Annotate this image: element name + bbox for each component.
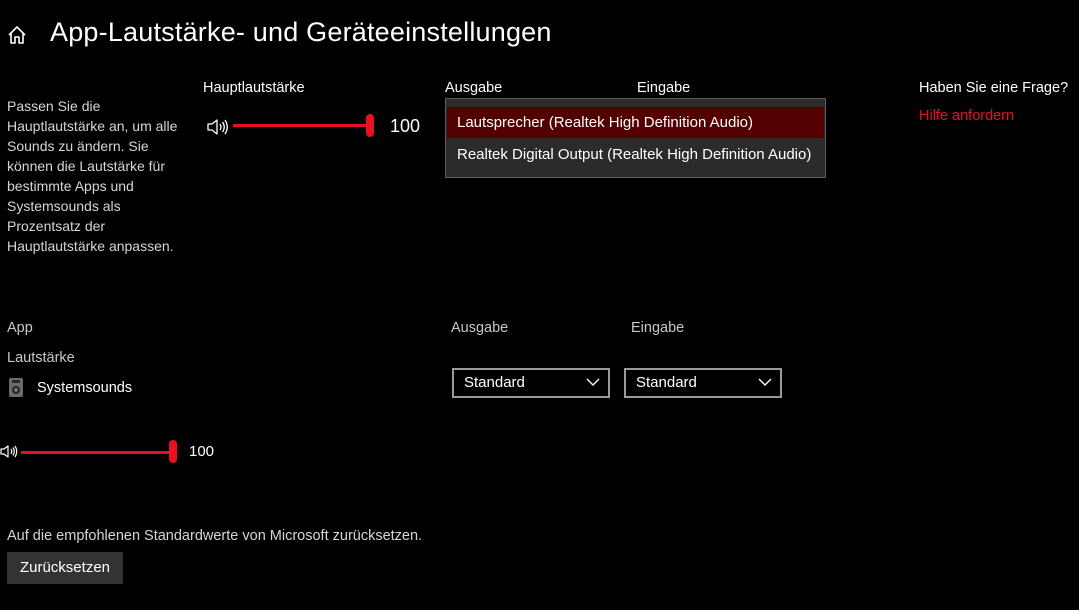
page-title: App-Lautstärke- und Geräteeinstellungen — [50, 17, 552, 47]
app-name-systemsounds: Systemsounds — [37, 380, 133, 396]
output-label: Ausgabe — [445, 80, 503, 96]
help-question: Haben Sie eine Frage? — [919, 80, 1069, 96]
col-volume-header: Lautstärke — [7, 350, 75, 366]
master-volume-value: 100 — [390, 116, 421, 136]
app-input-select[interactable]: Standard — [624, 368, 782, 398]
description-text: Passen Sie die Hauptlautstärke an, um al… — [7, 98, 178, 254]
chevron-down-icon — [758, 378, 772, 386]
home-icon[interactable] — [6, 24, 28, 46]
col-app-header: App — [7, 320, 33, 336]
app-volume-slider-thumb[interactable] — [169, 440, 177, 463]
output-option-digital[interactable]: Realtek Digital Output (Realtek High Def… — [447, 139, 824, 170]
app-output-select[interactable]: Standard — [452, 368, 610, 398]
app-volume-value: 100 — [189, 443, 215, 460]
app-volume-slider-track[interactable] — [21, 451, 175, 454]
reset-button[interactable]: Zurücksetzen — [7, 552, 123, 584]
col-input-header: Eingabe — [631, 320, 685, 336]
reset-description: Auf die empfohlenen Standardwerte von Mi… — [7, 528, 423, 544]
col-output-header: Ausgabe — [451, 320, 509, 336]
system-sounds-icon — [9, 378, 23, 397]
input-label: Eingabe — [637, 80, 691, 96]
help-link[interactable]: Hilfe anfordern — [919, 108, 1014, 124]
master-volume-label: Hauptlautstärke — [203, 80, 305, 96]
app-speaker-icon[interactable] — [0, 443, 20, 460]
chevron-down-icon — [586, 378, 600, 386]
app-input-select-value: Standard — [636, 374, 697, 391]
speaker-icon[interactable] — [206, 117, 230, 137]
output-option-lautsprecher[interactable]: Lautsprecher (Realtek High Definition Au… — [447, 107, 824, 138]
master-volume-slider-thumb[interactable] — [366, 114, 374, 137]
app-output-select-value: Standard — [464, 374, 525, 391]
master-volume-slider-track[interactable] — [233, 124, 371, 127]
output-device-dropdown[interactable]: Lautsprecher (Realtek High Definition Au… — [445, 98, 826, 178]
